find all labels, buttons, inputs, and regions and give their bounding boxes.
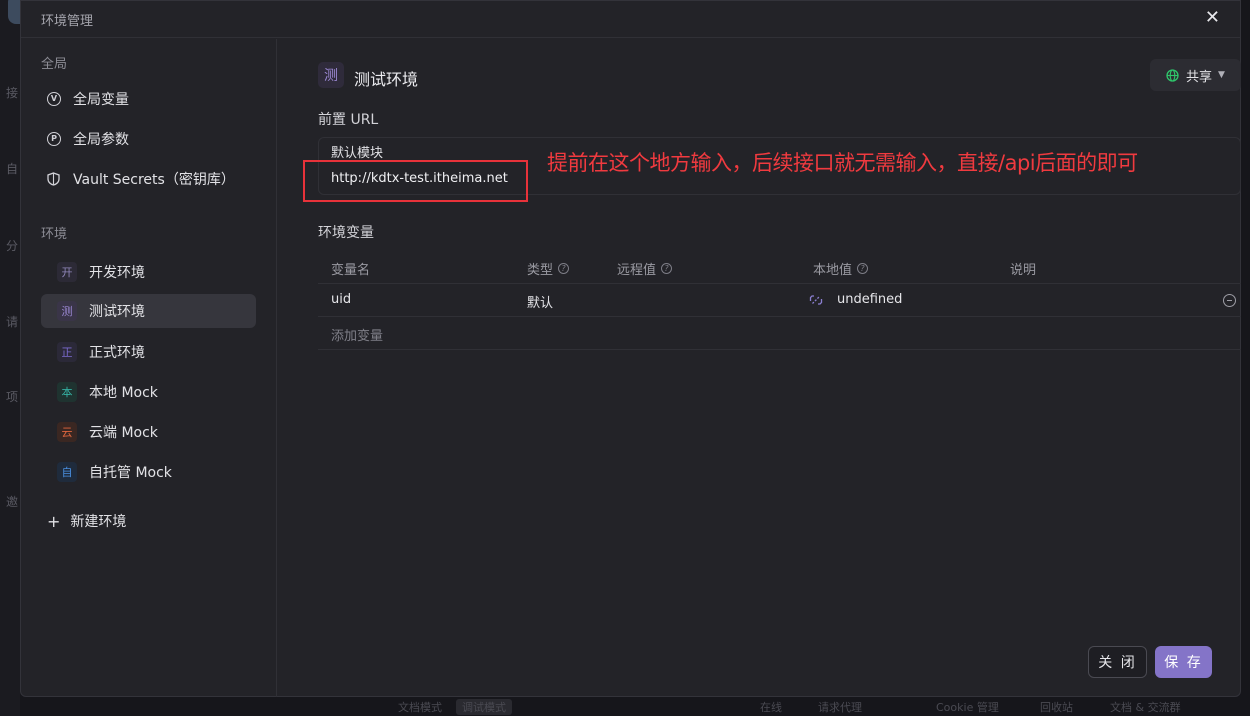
sidebar-item-label: 测试环境 bbox=[89, 304, 145, 320]
sync-link-icon[interactable] bbox=[809, 293, 823, 307]
sidebar-item-local-mock[interactable]: 本 本地 Mock bbox=[41, 375, 256, 409]
global-section-label: 全局 bbox=[41, 57, 68, 72]
bg-status-item: 在线 bbox=[760, 701, 782, 714]
column-header-remote: 远程值? bbox=[617, 259, 673, 278]
chevron-down-icon: ▼ bbox=[1218, 70, 1225, 80]
close-button[interactable]: 关 闭 bbox=[1088, 646, 1147, 678]
column-header-name: 变量名 bbox=[331, 263, 371, 278]
column-header-type: 类型? bbox=[527, 259, 570, 278]
globe-icon bbox=[1166, 68, 1179, 82]
sidebar-item-label: 正式环境 bbox=[89, 345, 145, 361]
plus-icon: + bbox=[47, 511, 61, 531]
bg-status-item: 文档 & 交流群 bbox=[1110, 701, 1181, 714]
remove-icon[interactable] bbox=[1223, 294, 1236, 307]
add-variable-row[interactable]: 添加变量 bbox=[318, 317, 1241, 350]
bg-nav-letter: 接 bbox=[6, 86, 19, 100]
bg-nav-letter: 请 bbox=[6, 315, 19, 329]
environment-detail: 测 测试环境 共享 ▼ 前置 URL 默认模块 环境变量 变量名 类型? 远程值… bbox=[298, 39, 1241, 697]
help-icon[interactable]: ? bbox=[661, 263, 673, 274]
column-header-local: 本地值? bbox=[813, 259, 869, 278]
env-variables-label: 环境变量 bbox=[318, 225, 374, 241]
bg-nav-letter: 自 bbox=[6, 162, 19, 176]
variable-local-cell[interactable]: undefined bbox=[837, 292, 902, 307]
variable-name-cell[interactable]: uid bbox=[331, 292, 351, 307]
sidebar-item-label: 全局参数 bbox=[73, 132, 129, 148]
bg-nav-letter: 邀 bbox=[6, 495, 19, 509]
new-environment-label: 新建环境 bbox=[70, 514, 127, 530]
sidebar-item-selfhosted-mock[interactable]: 自 自托管 Mock bbox=[41, 455, 256, 489]
env-badge: 正 bbox=[57, 342, 77, 362]
bg-nav-letter: 分 bbox=[6, 239, 19, 253]
modal-title: 环境管理 bbox=[41, 14, 94, 29]
sidebar-item-vault-secrets[interactable]: Vault Secrets（密钥库） bbox=[41, 162, 256, 196]
background-statusbar: 文档模式 调试模式 在线 请求代理 Cookie 管理 回收站 文档 & 交流群 bbox=[20, 697, 1250, 716]
env-badge: 开 bbox=[57, 262, 77, 282]
environment-sidebar: 全局 V 全局变量 P 全局参数 Vault Secrets（密钥库） 环境 开… bbox=[21, 39, 277, 697]
background-sidebar: 接 自 分 请 项 邀 bbox=[0, 0, 30, 716]
variable-type-cell[interactable]: 默认 bbox=[527, 292, 553, 311]
sidebar-item-label: Vault Secrets（密钥库） bbox=[73, 172, 235, 188]
sidebar-item-label: 全局变量 bbox=[73, 92, 129, 108]
table-row[interactable]: uid 默认 undefined bbox=[318, 284, 1241, 317]
bg-status-item: 文档模式 bbox=[398, 701, 442, 714]
env-badge: 自 bbox=[57, 462, 77, 482]
bg-status-item: 回收站 bbox=[1040, 701, 1073, 714]
modal-header: 环境管理 ✕ bbox=[21, 1, 1240, 38]
env-badge: 测 bbox=[57, 301, 77, 321]
new-environment-button[interactable]: + 新建环境 bbox=[41, 504, 256, 538]
sidebar-item-label: 云端 Mock bbox=[89, 425, 158, 441]
annotation-text: 提前在这个地方输入，后续接口就无需输入，直接/api后面的即可 bbox=[547, 151, 1138, 175]
help-icon[interactable]: ? bbox=[558, 263, 570, 274]
env-badge: 测 bbox=[318, 62, 344, 88]
sidebar-item-label: 本地 Mock bbox=[89, 385, 158, 401]
sidebar-item-prod-env[interactable]: 正 正式环境 bbox=[41, 335, 256, 369]
environment-manager-modal: 环境管理 ✕ 全局 V 全局变量 P 全局参数 Vault Secrets（密钥… bbox=[20, 0, 1241, 697]
share-dropdown[interactable]: 共享 ▼ bbox=[1150, 59, 1241, 91]
annotation-highlight-box bbox=[303, 160, 528, 202]
page-title[interactable]: 测试环境 bbox=[354, 66, 418, 90]
sidebar-item-test-env[interactable]: 测 测试环境 bbox=[41, 294, 256, 328]
env-badge: 云 bbox=[57, 422, 77, 442]
save-button[interactable]: 保 存 bbox=[1155, 646, 1212, 678]
bg-status-item: Cookie 管理 bbox=[936, 701, 999, 714]
help-icon[interactable]: ? bbox=[857, 263, 869, 274]
column-header-desc: 说明 bbox=[1010, 263, 1037, 278]
bg-status-item: 调试模式 bbox=[456, 699, 512, 715]
share-label: 共享 bbox=[1186, 69, 1213, 85]
parameter-icon: P bbox=[47, 132, 61, 146]
sidebar-item-label: 自托管 Mock bbox=[89, 465, 172, 481]
env-badge: 本 bbox=[57, 382, 77, 402]
default-module-label: 默认模块 bbox=[331, 146, 384, 161]
sidebar-item-label: 开发环境 bbox=[89, 265, 145, 281]
sidebar-item-global-variables[interactable]: V 全局变量 bbox=[41, 82, 256, 116]
environment-section-label: 环境 bbox=[41, 227, 68, 242]
bg-nav-letter: 项 bbox=[6, 390, 19, 404]
sidebar-item-global-params[interactable]: P 全局参数 bbox=[41, 122, 256, 156]
variable-icon: V bbox=[47, 92, 61, 106]
env-variables-table: 变量名 类型? 远程值? 本地值? 说明 uid 默认 undefined 添加… bbox=[318, 250, 1241, 350]
bg-status-item: 请求代理 bbox=[818, 701, 862, 714]
close-icon[interactable]: ✕ bbox=[1205, 9, 1220, 27]
prefix-url-label: 前置 URL bbox=[318, 112, 379, 128]
sidebar-item-dev-env[interactable]: 开 开发环境 bbox=[41, 255, 256, 289]
table-header: 变量名 类型? 远程值? 本地值? 说明 bbox=[318, 250, 1241, 284]
add-variable-placeholder[interactable]: 添加变量 bbox=[331, 325, 383, 344]
sidebar-item-cloud-mock[interactable]: 云 云端 Mock bbox=[41, 415, 256, 449]
shield-icon bbox=[47, 172, 61, 186]
